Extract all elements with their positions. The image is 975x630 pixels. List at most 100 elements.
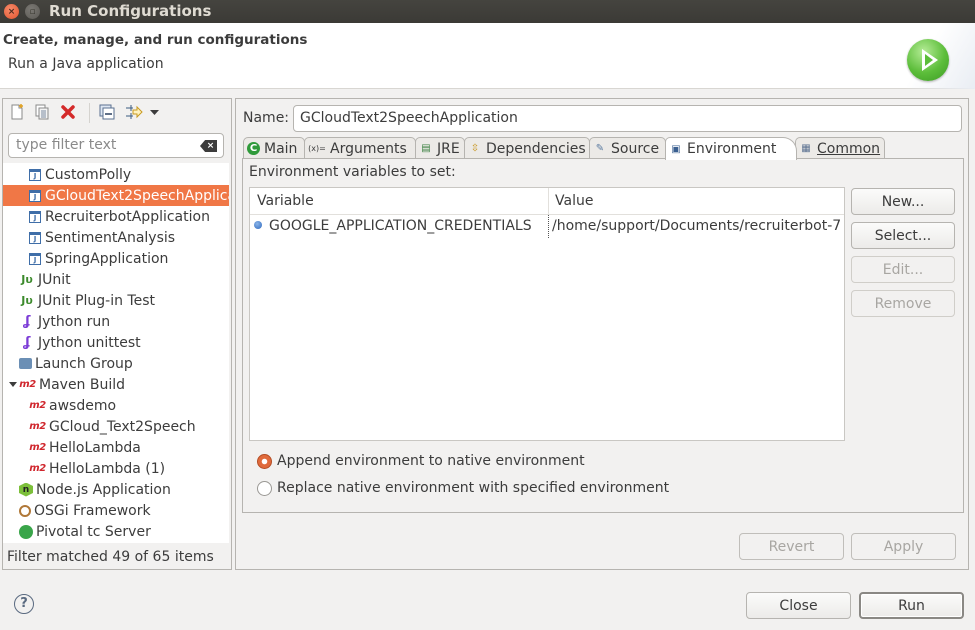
replace-environment-radio[interactable]: Replace native environment with specifie… (257, 480, 669, 496)
tree-item[interactable]: ʆ Jython run (3, 311, 229, 332)
filter-input-box[interactable]: × (8, 133, 224, 158)
tab-label: Arguments (330, 140, 407, 157)
tab-source[interactable]: ✎ Source (589, 137, 666, 159)
name-field[interactable] (300, 110, 950, 126)
column-separator[interactable] (548, 188, 549, 215)
maximize-icon[interactable]: ▫ (25, 4, 40, 19)
tab-label: JRE (437, 140, 460, 157)
jython-unittest-icon: ʆ (23, 335, 31, 350)
tree-item-label: HelloLambda (1) (49, 460, 166, 477)
java-app-icon: J (29, 252, 41, 265)
tree-item[interactable]: J CustomPolly (3, 164, 229, 185)
configuration-list-pane: × J CustomPolly J GCloudText2SpeechApplicat… (2, 98, 232, 570)
name-field-box[interactable] (293, 105, 962, 132)
tree-item-label: Node.js Application (36, 481, 171, 498)
java-app-icon: J (29, 231, 41, 244)
arguments-icon: (x)= (308, 144, 326, 153)
tree-item-label: Pivotal tc Server (36, 523, 151, 540)
tree-item-label: awsdemo (49, 397, 117, 414)
toolbar-separator (89, 103, 90, 123)
help-icon[interactable]: ? (14, 594, 34, 614)
tree-item[interactable]: Jυ JUnit (3, 269, 229, 290)
env-variable-icon (254, 221, 262, 229)
tree-item[interactable]: J SpringApplication (3, 248, 229, 269)
tree-item[interactable]: J GCloudText2SpeechApplication (3, 185, 229, 206)
run-button[interactable]: Run (859, 592, 964, 619)
revert-button[interactable]: Revert (739, 533, 844, 560)
maven-icon: m2 (19, 379, 36, 390)
tab-bar: C Main (x)= Arguments ▤ JRE ⇳ Dependencies ✎ Sour… (243, 137, 963, 160)
filter-input[interactable] (16, 137, 196, 153)
tree-item-label: GCloud_Text2Speech (49, 418, 196, 435)
expand-arrow-icon[interactable] (9, 382, 17, 387)
tab-jre[interactable]: ▤ JRE (415, 137, 465, 159)
filter-status: Filter matched 49 of 65 items (7, 549, 214, 565)
common-icon: ▦ (801, 143, 811, 154)
column-header-variable[interactable]: Variable (257, 193, 314, 209)
collapse-all-icon[interactable] (99, 104, 115, 120)
pivotal-icon (19, 524, 33, 539)
filter-icon[interactable] (125, 104, 143, 120)
table-row[interactable]: GOOGLE_APPLICATION_CREDENTIALS /home/sup… (250, 215, 844, 238)
tree-item[interactable]: m2 HelloLambda (1) (3, 458, 229, 479)
append-environment-radio[interactable]: Append environment to native environment (257, 453, 585, 469)
tree-item-label: Jython unittest (38, 334, 141, 351)
maven-icon: m2 (29, 400, 46, 411)
close-button[interactable]: Close (746, 592, 851, 619)
new-button[interactable]: New... (851, 188, 955, 215)
delete-icon[interactable] (60, 104, 76, 120)
radio-button-unchecked[interactable] (257, 480, 272, 496)
select-button[interactable]: Select... (851, 222, 955, 249)
title-bar: × ▫ Run Configurations (0, 0, 975, 23)
duplicate-icon[interactable] (34, 104, 50, 120)
tab-dependencies[interactable]: ⇳ Dependencies (464, 137, 590, 159)
tree-item[interactable]: m2 GCloud_Text2Speech (3, 416, 229, 437)
tree-item[interactable]: m2 Maven Build (3, 374, 229, 395)
header-description: Run a Java application (8, 56, 164, 72)
column-header-value[interactable]: Value (555, 193, 593, 209)
tree-item-label: HelloLambda (49, 439, 141, 456)
replace-environment-label: Replace native environment with specifie… (277, 480, 670, 496)
edit-button[interactable]: Edit... (851, 256, 955, 283)
tab-label: Main (264, 140, 298, 157)
jython-run-icon: ʆ (23, 314, 31, 329)
tree-item[interactable]: J RecruiterbotApplication (3, 206, 229, 227)
tab-environment[interactable]: ▣ Environment (665, 137, 797, 160)
maven-icon: m2 (29, 463, 46, 474)
tree-item[interactable]: OSGi Framework (3, 500, 229, 521)
close-icon[interactable]: × (4, 4, 19, 19)
tree-item-label: SpringApplication (45, 250, 169, 267)
tree-item[interactable]: ʆ Jython unittest (3, 332, 229, 353)
tree-item[interactable]: Pivotal tc Server (3, 521, 229, 542)
tab-common[interactable]: ▦ Common (795, 137, 885, 159)
clear-filter-icon[interactable]: × (200, 140, 217, 152)
apply-button[interactable]: Apply (851, 533, 956, 560)
name-label: Name: (243, 110, 290, 126)
tree-item-label: SentimentAnalysis (45, 229, 176, 246)
tree-item[interactable]: n Node.js Application (3, 479, 229, 500)
tree-item-label: Jython run (38, 313, 111, 330)
java-app-icon: J (29, 189, 41, 202)
tree-item-label: CustomPolly (45, 166, 132, 183)
env-variables-table[interactable]: Variable Value GOOGLE_APPLICATION_CREDEN… (249, 187, 845, 441)
tab-arguments[interactable]: (x)= Arguments (304, 137, 416, 159)
tree-item[interactable]: m2 awsdemo (3, 395, 229, 416)
tree-item-label: GCloudText2SpeechApplication (45, 187, 229, 204)
tree-item[interactable]: m2 HelloLambda (3, 437, 229, 458)
dialog-header: Create, manage, and run configurations R… (0, 23, 975, 89)
environment-icon: ▣ (671, 143, 681, 155)
tree-item[interactable]: Launch Group (3, 353, 229, 374)
source-icon: ✎ (595, 143, 605, 154)
jre-icon: ▤ (421, 143, 431, 154)
tree-item[interactable]: Jυ JUnit Plug-in Test (3, 290, 229, 311)
value-cell: /home/support/Documents/recruiterbot-7 (552, 218, 842, 234)
tree-item-label: RecruiterbotApplication (45, 208, 210, 225)
new-config-icon[interactable] (9, 104, 25, 120)
tab-label: Source (611, 140, 660, 157)
radio-button-checked[interactable] (257, 453, 272, 469)
tab-main[interactable]: C Main (243, 137, 305, 159)
tree-item[interactable]: J SentimentAnalysis (3, 227, 229, 248)
remove-button[interactable]: Remove (851, 290, 955, 317)
dropdown-icon[interactable] (149, 104, 165, 120)
tree-item-label: JUnit Plug-in Test (38, 292, 156, 309)
